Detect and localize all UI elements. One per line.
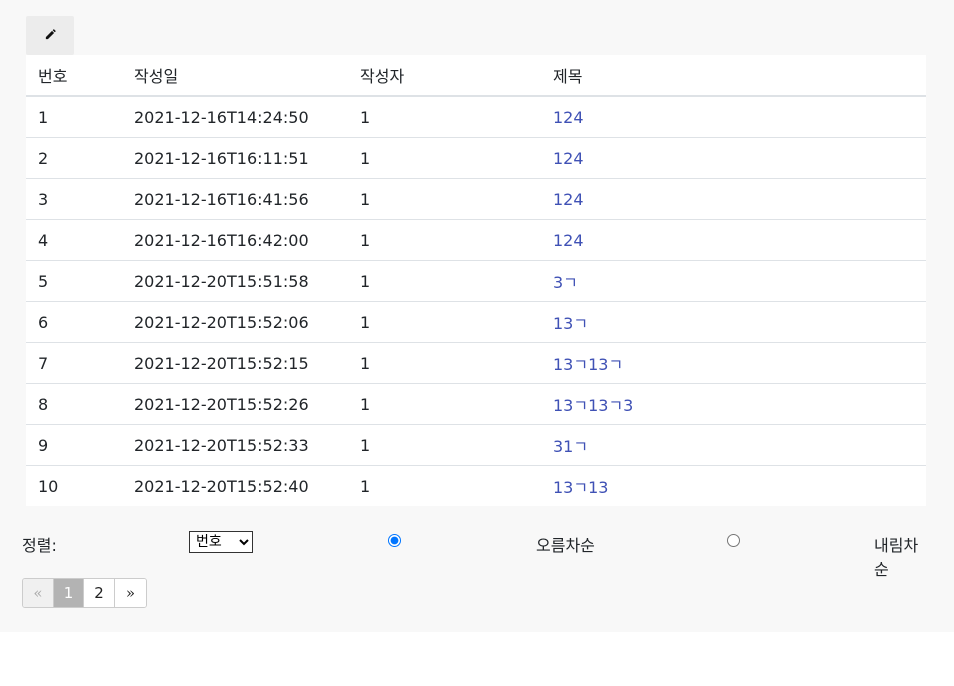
- cell-date: 2021-12-16T16:11:51: [122, 137, 348, 179]
- cell-author: 1: [348, 219, 541, 261]
- board-table: 번호 작성일 작성자 제목 1 2021-12-16T14:24:50 1 124 2 2…: [26, 55, 926, 506]
- board-table-container: 번호 작성일 작성자 제목 1 2021-12-16T14:24:50 1 124 2 2…: [26, 55, 926, 506]
- cell-title: 13ㄱ13ㄱ: [541, 342, 926, 384]
- cell-title: 3ㄱ: [541, 260, 926, 302]
- cell-author: 1: [348, 383, 541, 425]
- table-header-row: 번호 작성일 작성자 제목: [26, 55, 926, 97]
- cell-title: 31ㄱ: [541, 424, 926, 466]
- table-row: 7 2021-12-20T15:52:15 1 13ㄱ13ㄱ: [26, 342, 926, 384]
- table-row: 3 2021-12-16T16:41:56 1 124: [26, 178, 926, 220]
- cell-title: 13ㄱ: [541, 301, 926, 343]
- cell-title: 124: [541, 137, 926, 179]
- board-panel: 번호 작성일 작성자 제목 1 2021-12-16T14:24:50 1 124 2 2…: [0, 0, 954, 632]
- ascending-label: 오름차순: [536, 536, 595, 555]
- sort-label: 정렬:: [22, 536, 57, 555]
- sort-controls: 정렬: 번호 오름차순 내림차순: [22, 530, 932, 579]
- column-header-date[interactable]: 작성일: [122, 55, 348, 97]
- cell-number: 7: [26, 342, 122, 384]
- cell-date: 2021-12-20T15:52:26: [122, 383, 348, 425]
- cell-date: 2021-12-16T16:42:00: [122, 219, 348, 261]
- cell-number: 1: [26, 96, 122, 138]
- sort-field-select[interactable]: 번호: [189, 531, 253, 553]
- table-row: 1 2021-12-16T14:24:50 1 124: [26, 96, 926, 138]
- cell-author: 1: [348, 342, 541, 384]
- pagination-page-1[interactable]: 1: [54, 579, 84, 607]
- cell-title: 13ㄱ13ㄱ3: [541, 383, 926, 425]
- cell-date: 2021-12-20T15:52:33: [122, 424, 348, 466]
- pagination-prev[interactable]: «: [23, 579, 54, 607]
- cell-author: 1: [348, 178, 541, 220]
- post-title-link[interactable]: 13ㄱ: [553, 314, 588, 333]
- cell-author: 1: [348, 424, 541, 466]
- post-title-link[interactable]: 124: [553, 149, 584, 168]
- table-row: 2 2021-12-16T16:11:51 1 124: [26, 137, 926, 179]
- descending-label: 내림차순: [874, 536, 919, 579]
- write-post-button[interactable]: [26, 16, 74, 55]
- cell-date: 2021-12-20T15:52:06: [122, 301, 348, 343]
- pagination: « 1 2 »: [22, 578, 147, 608]
- table-row: 4 2021-12-16T16:42:00 1 124: [26, 219, 926, 261]
- cell-title: 124: [541, 178, 926, 220]
- pagination-next[interactable]: »: [115, 579, 146, 607]
- table-row: 5 2021-12-20T15:51:58 1 3ㄱ: [26, 260, 926, 302]
- post-title-link[interactable]: 124: [553, 190, 584, 209]
- column-header-number[interactable]: 번호: [26, 55, 122, 97]
- cell-date: 2021-12-20T15:52:15: [122, 342, 348, 384]
- cell-title: 13ㄱ13: [541, 466, 926, 507]
- post-title-link[interactable]: 124: [553, 108, 584, 127]
- post-title-link[interactable]: 31ㄱ: [553, 437, 588, 456]
- table-row: 10 2021-12-20T15:52:40 1 13ㄱ13: [26, 466, 926, 507]
- cell-title: 124: [541, 219, 926, 261]
- cell-date: 2021-12-20T15:52:40: [134, 476, 309, 496]
- cell-number: 9: [26, 424, 122, 466]
- column-header-title[interactable]: 제목: [541, 55, 926, 97]
- cell-number: 5: [26, 260, 122, 302]
- pencil-icon: [44, 28, 57, 44]
- cell-author: 1: [348, 96, 541, 138]
- post-title-link[interactable]: 13ㄱ13ㄱ3: [553, 396, 633, 415]
- pagination-page-2[interactable]: 2: [84, 579, 115, 607]
- cell-number: 8: [26, 383, 122, 425]
- cell-number: 4: [26, 219, 122, 261]
- descending-radio[interactable]: [727, 534, 740, 547]
- cell-date: 2021-12-16T14:24:50: [122, 96, 348, 138]
- cell-number: 2: [26, 137, 122, 179]
- post-title-link[interactable]: 13ㄱ13: [553, 478, 608, 497]
- table-row: 9 2021-12-20T15:52:33 1 31ㄱ: [26, 424, 926, 466]
- cell-date: 2021-12-16T16:41:56: [122, 178, 348, 220]
- ascending-radio[interactable]: [388, 534, 401, 547]
- cell-author: 1: [348, 260, 541, 302]
- cell-number: 3: [26, 178, 122, 220]
- cell-date: 2021-12-20T15:51:58: [122, 260, 348, 302]
- post-title-link[interactable]: 13ㄱ13ㄱ: [553, 355, 623, 374]
- cell-number: 6: [26, 301, 122, 343]
- cell-title: 124: [541, 96, 926, 138]
- column-header-author[interactable]: 작성자: [348, 55, 541, 97]
- post-title-link[interactable]: 3ㄱ: [553, 273, 578, 292]
- cell-number: 10: [38, 476, 59, 496]
- table-row: 8 2021-12-20T15:52:26 1 13ㄱ13ㄱ3: [26, 383, 926, 425]
- cell-author: 1: [348, 301, 541, 343]
- cell-author: 1: [360, 476, 371, 496]
- cell-author: 1: [348, 137, 541, 179]
- table-row: 6 2021-12-20T15:52:06 1 13ㄱ: [26, 301, 926, 343]
- post-title-link[interactable]: 124: [553, 231, 584, 250]
